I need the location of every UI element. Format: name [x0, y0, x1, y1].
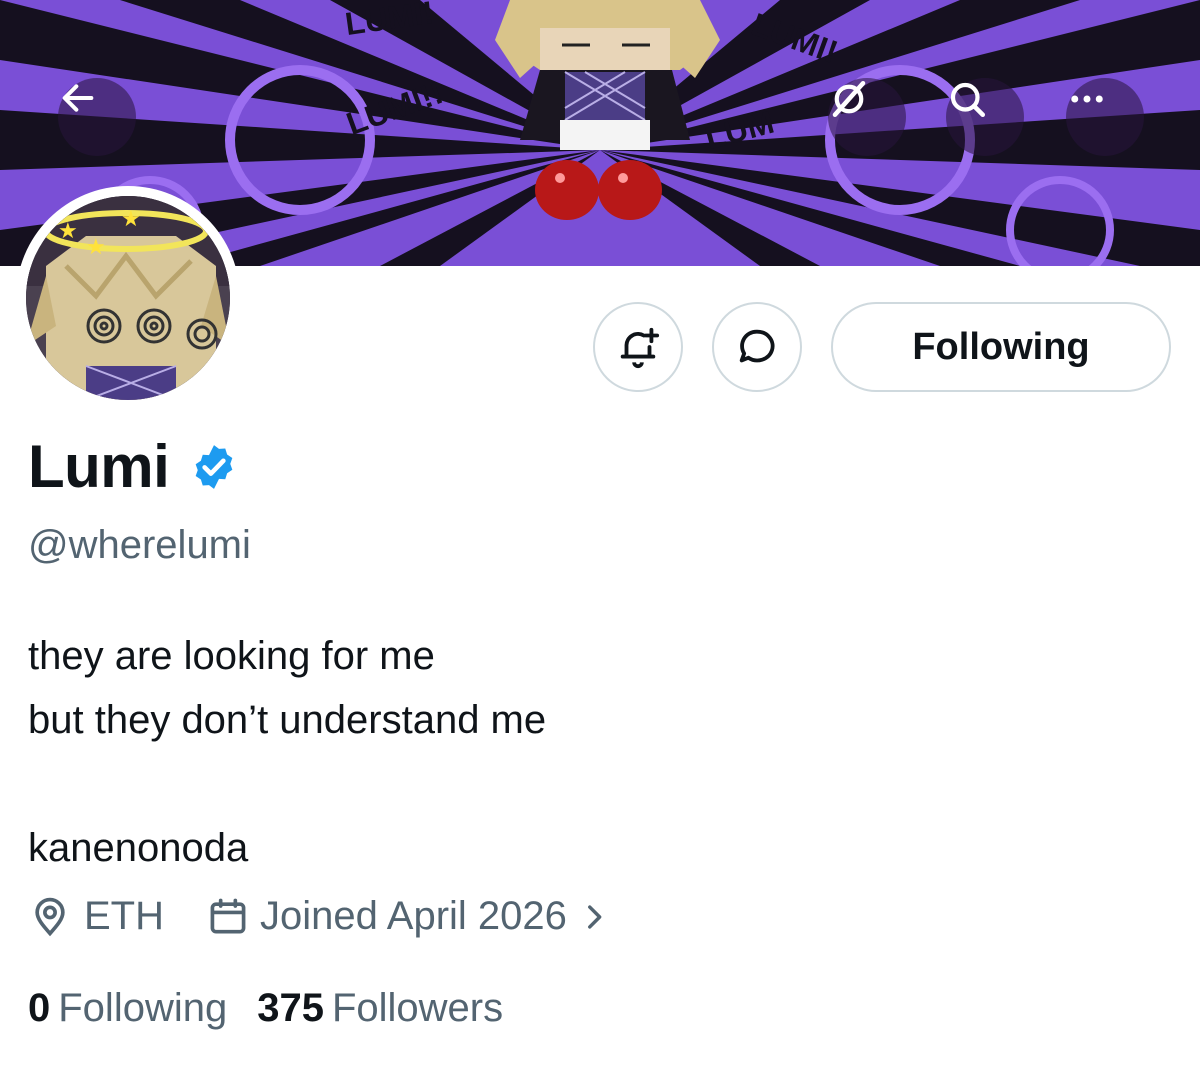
chevron-right-icon [587, 904, 602, 929]
arrow-left-icon [62, 84, 94, 112]
following-count-link[interactable]: 0 Following [28, 986, 227, 1031]
joined-text: Joined April 2026 [260, 894, 567, 938]
grok-button[interactable] [828, 78, 906, 156]
profile-meta: ETH Joined April 2026 [28, 894, 611, 939]
bio-line: but they don’t understand me [28, 698, 547, 742]
more-button[interactable] [1066, 78, 1144, 156]
profile-name-row: Lumi [28, 432, 239, 501]
grok-icon [832, 80, 866, 118]
following-count: 0 [28, 986, 51, 1030]
followers-label: Followers [331, 986, 504, 1030]
message-bubble-icon [739, 329, 775, 363]
joined-date[interactable]: Joined April 2026 [206, 894, 611, 939]
following-label: Following [58, 986, 228, 1030]
bell-plus-icon [620, 327, 660, 369]
followers-count-link[interactable]: 375 Followers [257, 986, 503, 1031]
avatar-frame[interactable]: ★ ★ ★ [16, 186, 240, 410]
message-button[interactable] [712, 302, 802, 392]
svg-text:★: ★ [86, 235, 106, 260]
location-pin-icon [35, 897, 65, 936]
search-button[interactable] [946, 78, 1024, 156]
notifications-button[interactable] [593, 302, 683, 392]
calendar-icon [210, 898, 246, 933]
followers-count: 375 [257, 986, 324, 1030]
avatar: ★ ★ ★ [26, 196, 230, 400]
more-horizontal-icon [1071, 95, 1103, 103]
bio-line [28, 752, 546, 816]
bio-line: they are looking for me [28, 634, 435, 678]
svg-text:★: ★ [121, 207, 141, 232]
following-button[interactable]: Following [831, 302, 1171, 392]
location-text: ETH [84, 894, 164, 938]
display-name: Lumi [28, 433, 170, 500]
location: ETH [28, 894, 164, 939]
svg-text:★: ★ [58, 219, 78, 244]
bio-line: kanenonoda [28, 826, 249, 870]
profile-bio: they are looking for me but they don’t u… [28, 624, 546, 880]
verified-badge-icon[interactable] [189, 442, 239, 492]
search-icon [950, 82, 986, 118]
follow-stats: 0 Following 375 Followers [28, 986, 503, 1031]
user-handle: @wherelumi [28, 523, 251, 567]
back-button[interactable] [58, 78, 136, 156]
